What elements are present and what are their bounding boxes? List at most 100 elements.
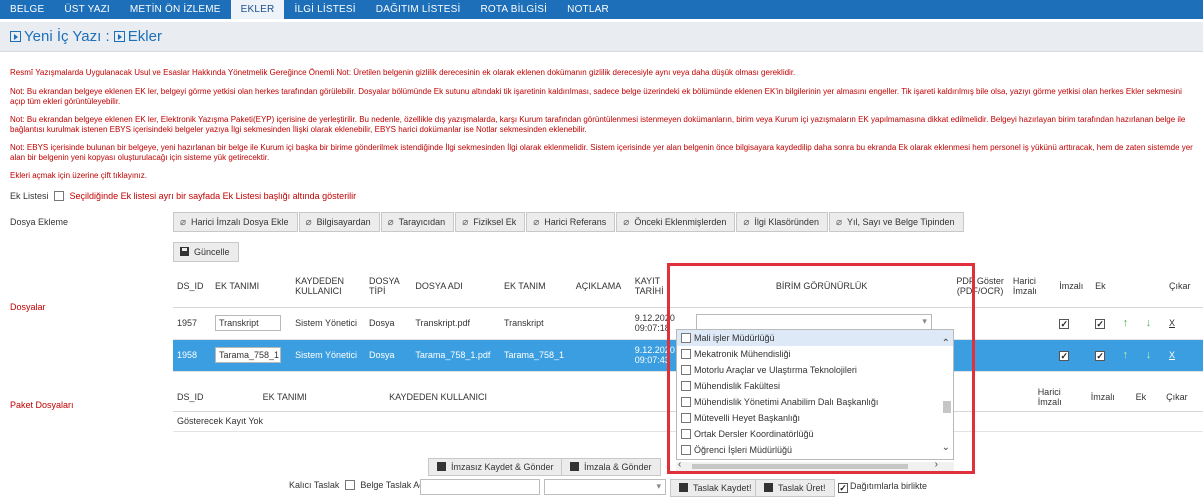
column-header[interactable]: Harici İmzalı xyxy=(1033,383,1087,412)
column-header[interactable]: EK TANIMI xyxy=(210,265,292,308)
chevron-down-icon: ▾ xyxy=(656,481,661,491)
save-icon xyxy=(679,483,688,492)
bilgisayardan-button[interactable]: ⌀ Bilgisayardan xyxy=(298,212,380,232)
tab-notlar[interactable]: NOTLAR xyxy=(557,0,619,19)
save-icon xyxy=(764,483,773,492)
note-text: Not: Bu ekrandan belgeye eklenen EK ler,… xyxy=(10,115,1186,134)
column-header[interactable]: DOSYA ADI xyxy=(411,265,500,308)
move-down-icon[interactable]: ↓ xyxy=(1146,317,1152,329)
yil-sayi-belge-tipinden-button[interactable]: ⌀ Yıl, Sayı ve Belge Tipinden xyxy=(828,212,964,232)
imzali-checkbox[interactable] xyxy=(1059,319,1070,329)
cell-aciklama xyxy=(571,307,631,340)
cell-kaydeden: Sistem Yönetici xyxy=(291,307,365,340)
paperclip-icon: ⌀ xyxy=(462,217,469,228)
column-header[interactable]: AÇIKLAMA xyxy=(571,265,631,308)
paket-dosyalari-label: Paket Dosyaları xyxy=(10,400,74,410)
ek-checkbox[interactable] xyxy=(1095,319,1106,329)
move-up-icon[interactable]: ↑ xyxy=(1123,349,1129,361)
imzali-checkbox[interactable] xyxy=(1059,351,1070,361)
save-icon xyxy=(570,462,579,471)
dagitimlarla-birlikte-checkbox[interactable] xyxy=(838,483,848,493)
move-up-icon[interactable]: ↑ xyxy=(1123,317,1129,329)
note-text: Resmî Yazışmalarda Uygulanacak Usul ve E… xyxy=(10,68,796,77)
column-header[interactable]: EK TANIM xyxy=(499,265,572,308)
paperclip-icon: ⌀ xyxy=(623,217,630,228)
page-title: Yeni İç Yazı : Ekler xyxy=(10,28,162,45)
paperclip-icon: ⌀ xyxy=(533,217,540,228)
column-header xyxy=(1118,265,1142,308)
note-text: Not: EBYS içerisinde bulunan bir belgeye… xyxy=(10,143,1193,162)
column-header[interactable]: DOSYA TİPİ xyxy=(364,265,412,308)
ek-checkbox[interactable] xyxy=(1095,351,1106,361)
harici-referans-button[interactable]: ⌀ Harici Referans xyxy=(526,212,616,232)
ek-listesi-label: Ek Listesi xyxy=(10,191,49,201)
cell-dosya-adi: Transkript.pdf xyxy=(411,307,500,340)
column-header xyxy=(1141,265,1165,308)
ilgi-klasorunden-button[interactable]: ⌀ İlgi Klasöründen xyxy=(736,212,828,232)
ek-tanimi-input[interactable]: Tarama_758_1 xyxy=(214,347,281,363)
column-header[interactable]: DS_ID xyxy=(173,265,211,308)
taslak-select[interactable]: ▾ xyxy=(544,479,666,495)
cell-aciklama xyxy=(571,339,631,372)
ek-tanimi-input[interactable]: Transkript xyxy=(214,315,281,331)
taslak-uret-button[interactable]: Taslak Üret! xyxy=(755,479,835,497)
ek-listesi-hint: Seçildiğinde Ek listesi ayrı bir sayfada… xyxy=(69,191,357,201)
column-header[interactable]: Çıkar xyxy=(1164,265,1203,308)
tab-dagitim-listesi[interactable]: DAĞITIM LİSTESİ xyxy=(366,0,471,19)
cell-kaydeden: Sistem Yönetici xyxy=(291,339,365,372)
tab-ilgi-listesi[interactable]: İLGİ LİSTESİ xyxy=(284,0,365,19)
paperclip-icon: ⌀ xyxy=(305,217,312,228)
column-header[interactable]: İmzalı xyxy=(1055,265,1092,308)
fiziksel-ek-button[interactable]: ⌀ Fiziksel Ek xyxy=(455,212,526,232)
column-header[interactable]: Çıkar xyxy=(1162,383,1203,412)
column-header[interactable]: KAYDEDEN KULLANICI xyxy=(385,383,614,412)
document-icon xyxy=(113,31,125,42)
column-header[interactable]: KAYDEDEN KULLANICI xyxy=(291,265,365,308)
kalici-taslak-row: Kalıcı Taslak Belge Taslak Adı xyxy=(289,480,427,490)
save-icon xyxy=(437,462,446,471)
cell-ds-id: 1957 xyxy=(173,307,211,340)
remove-link[interactable]: X xyxy=(1169,318,1175,328)
tab-rota-bilgisi[interactable]: ROTA BİLGİSİ xyxy=(470,0,557,19)
dosyalar-label: Dosyalar xyxy=(10,302,46,312)
cell-dosya-tipi: Dosya xyxy=(364,339,412,372)
imzala-gonder-button[interactable]: İmzala & Gönder xyxy=(561,458,661,476)
belge-taslak-adi-input[interactable] xyxy=(420,479,540,495)
column-header[interactable]: Ek xyxy=(1131,383,1163,412)
taslak-kaydet-button[interactable]: Taslak Kaydet! xyxy=(670,479,761,497)
cell-ds-id: 1958 xyxy=(173,339,211,372)
paperclip-icon: ⌀ xyxy=(180,217,187,228)
dosya-ekleme-label: Dosya Ekleme xyxy=(10,217,69,227)
move-down-icon[interactable]: ↓ xyxy=(1146,349,1152,361)
harici-imzali-dosya-ekle-button[interactable]: ⌀ Harici İmzalı Dosya Ekle xyxy=(173,212,298,232)
column-header[interactable]: İmzalı xyxy=(1086,383,1132,412)
paperclip-icon: ⌀ xyxy=(743,217,750,228)
top-tab-bar: BELGE ÜST YAZI METİN ÖN İZLEME EKLER İLG… xyxy=(0,0,1203,19)
column-header[interactable]: Ek xyxy=(1091,265,1119,308)
cell-dosya-adi: Tarama_758_1.pdf xyxy=(411,339,500,372)
tarayicidan-button[interactable]: ⌀ Tarayıcıdan xyxy=(380,212,455,232)
tab-ust-yazi[interactable]: ÜST YAZI xyxy=(54,0,120,19)
guncelle-button[interactable]: Güncelle xyxy=(173,242,239,262)
highlight-frame xyxy=(667,263,975,474)
save-icon xyxy=(180,247,189,256)
ek-listesi-checkbox[interactable] xyxy=(54,191,65,201)
kalici-taslak-checkbox[interactable] xyxy=(344,480,355,490)
column-header[interactable]: Harici İmzalı xyxy=(1008,265,1056,308)
imzasiz-kaydet-gonder-button[interactable]: İmzasız Kaydet & Gönder xyxy=(428,458,563,476)
tab-belge[interactable]: BELGE xyxy=(0,0,54,19)
add-file-toolbar: ⌀ Harici İmzalı Dosya Ekle ⌀ Bilgisayardan… xyxy=(173,212,965,232)
remove-link[interactable]: X xyxy=(1169,350,1175,360)
column-header[interactable]: EK TANIMI xyxy=(258,383,386,412)
tab-ekler[interactable]: EKLER xyxy=(230,0,285,19)
onceki-eklenmislerden-button[interactable]: ⌀ Önceki Eklenmişlerden xyxy=(616,212,736,232)
tab-metin-on-izleme[interactable]: METİN ÖN İZLEME xyxy=(120,0,231,19)
column-header[interactable]: DS_ID xyxy=(173,383,259,412)
ek-listesi-row: Ek Listesi Seçildiğinde Ek listesi ayrı … xyxy=(10,191,356,201)
note-text: Not: Bu ekrandan belgeye eklenen EK ler,… xyxy=(10,87,1182,106)
cell-dosya-tipi: Dosya xyxy=(364,307,412,340)
cell-ek-tanim: Tarama_758_1 xyxy=(499,339,572,372)
document-icon xyxy=(10,31,21,42)
paperclip-icon: ⌀ xyxy=(387,217,394,228)
page-title-bar: Yeni İç Yazı : Ekler xyxy=(0,22,1203,52)
